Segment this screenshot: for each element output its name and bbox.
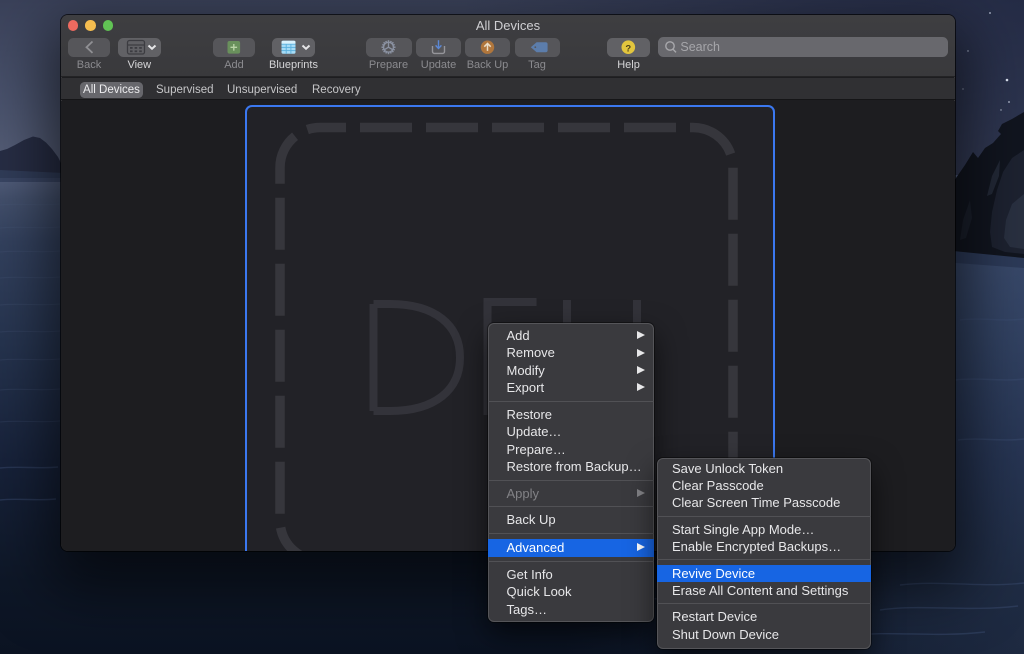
svg-text:?: ? — [625, 43, 631, 54]
